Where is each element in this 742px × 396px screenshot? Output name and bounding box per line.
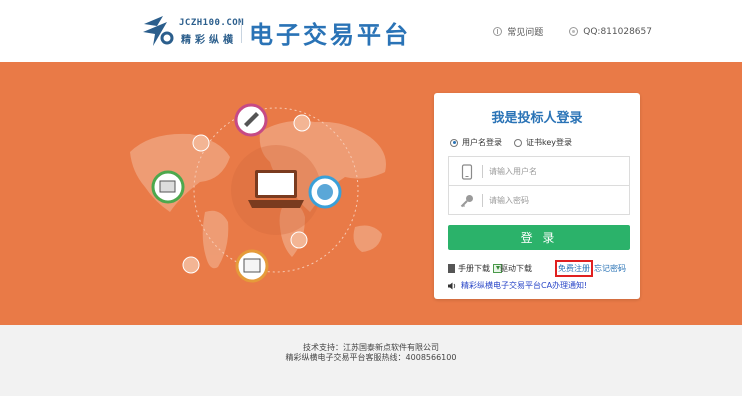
password-input[interactable] xyxy=(489,191,619,209)
header: JCZH100.COM 精彩纵横 电子交易平台 常见问题 QQ:81102865… xyxy=(0,0,742,62)
help-icon xyxy=(493,27,503,36)
logo-domain-text: JCZH100.COM xyxy=(179,18,245,28)
mode-key-radio[interactable]: 证书key登录 xyxy=(514,137,572,148)
phone-icon xyxy=(461,164,473,180)
username-field xyxy=(448,156,630,186)
manual-download-link[interactable]: 手册下载 xyxy=(448,263,502,274)
logo-mark-icon xyxy=(143,16,174,46)
qq-icon xyxy=(569,27,579,36)
banner-illustration xyxy=(130,103,386,283)
forgot-password-link[interactable]: 忘记密码 xyxy=(594,263,626,274)
login-title: 我是投标人登录 xyxy=(491,111,583,126)
key-icon xyxy=(460,195,473,208)
mode-username-radio[interactable]: 用户名登录 xyxy=(450,137,502,148)
speaker-icon xyxy=(448,282,456,289)
field-separator xyxy=(482,194,483,207)
hotline-text: 精彩纵横电子交易平台客服热线：4008566100 xyxy=(285,353,457,362)
ca-notice-link[interactable]: 精彩纵横电子交易平台CA办理通知! xyxy=(448,280,587,291)
help-link-label: 常见问题 xyxy=(507,28,544,38)
platform-title: 电子交易平台 xyxy=(249,21,411,49)
ca-notice-label: 精彩纵横电子交易平台CA办理通知! xyxy=(461,281,588,290)
logo-divider xyxy=(241,19,242,43)
book-icon xyxy=(448,264,455,273)
qq-link-label: QQ:811028657 xyxy=(583,26,652,37)
driver-download-link[interactable]: 驱动下载 xyxy=(500,263,532,274)
footer: 技术支持：江苏国泰新点软件有限公司 精彩纵横电子交易平台客服热线：4008566… xyxy=(0,325,742,396)
mode-username-label: 用户名登录 xyxy=(462,138,502,147)
mode-key-label: 证书key登录 xyxy=(526,138,573,147)
qq-link[interactable]: QQ:811028657 xyxy=(569,27,652,37)
site-logo[interactable]: JCZH100.COM 精彩纵横 电子交易平台 xyxy=(141,14,408,49)
username-input[interactable] xyxy=(489,162,619,180)
laptop-icon xyxy=(248,170,304,208)
radio-selected-indicator xyxy=(450,138,458,147)
register-link[interactable]: 免费注册 xyxy=(555,260,593,277)
login-panel: 我是投标人登录 用户名登录 证书key登录 登 录 手册下载 xyxy=(434,93,640,299)
header-links: 常见问题 QQ:811028657 xyxy=(493,25,652,38)
field-separator xyxy=(482,165,483,178)
radio-unselected-indicator xyxy=(514,138,522,147)
password-field xyxy=(448,186,630,215)
manual-download-label: 手册下载 xyxy=(458,264,490,273)
logo-brand-text: 精彩纵横 xyxy=(181,35,237,46)
login-button[interactable]: 登 录 xyxy=(448,225,630,250)
login-mode-group: 用户名登录 证书key登录 xyxy=(450,137,572,148)
help-link[interactable]: 常见问题 xyxy=(493,25,543,38)
